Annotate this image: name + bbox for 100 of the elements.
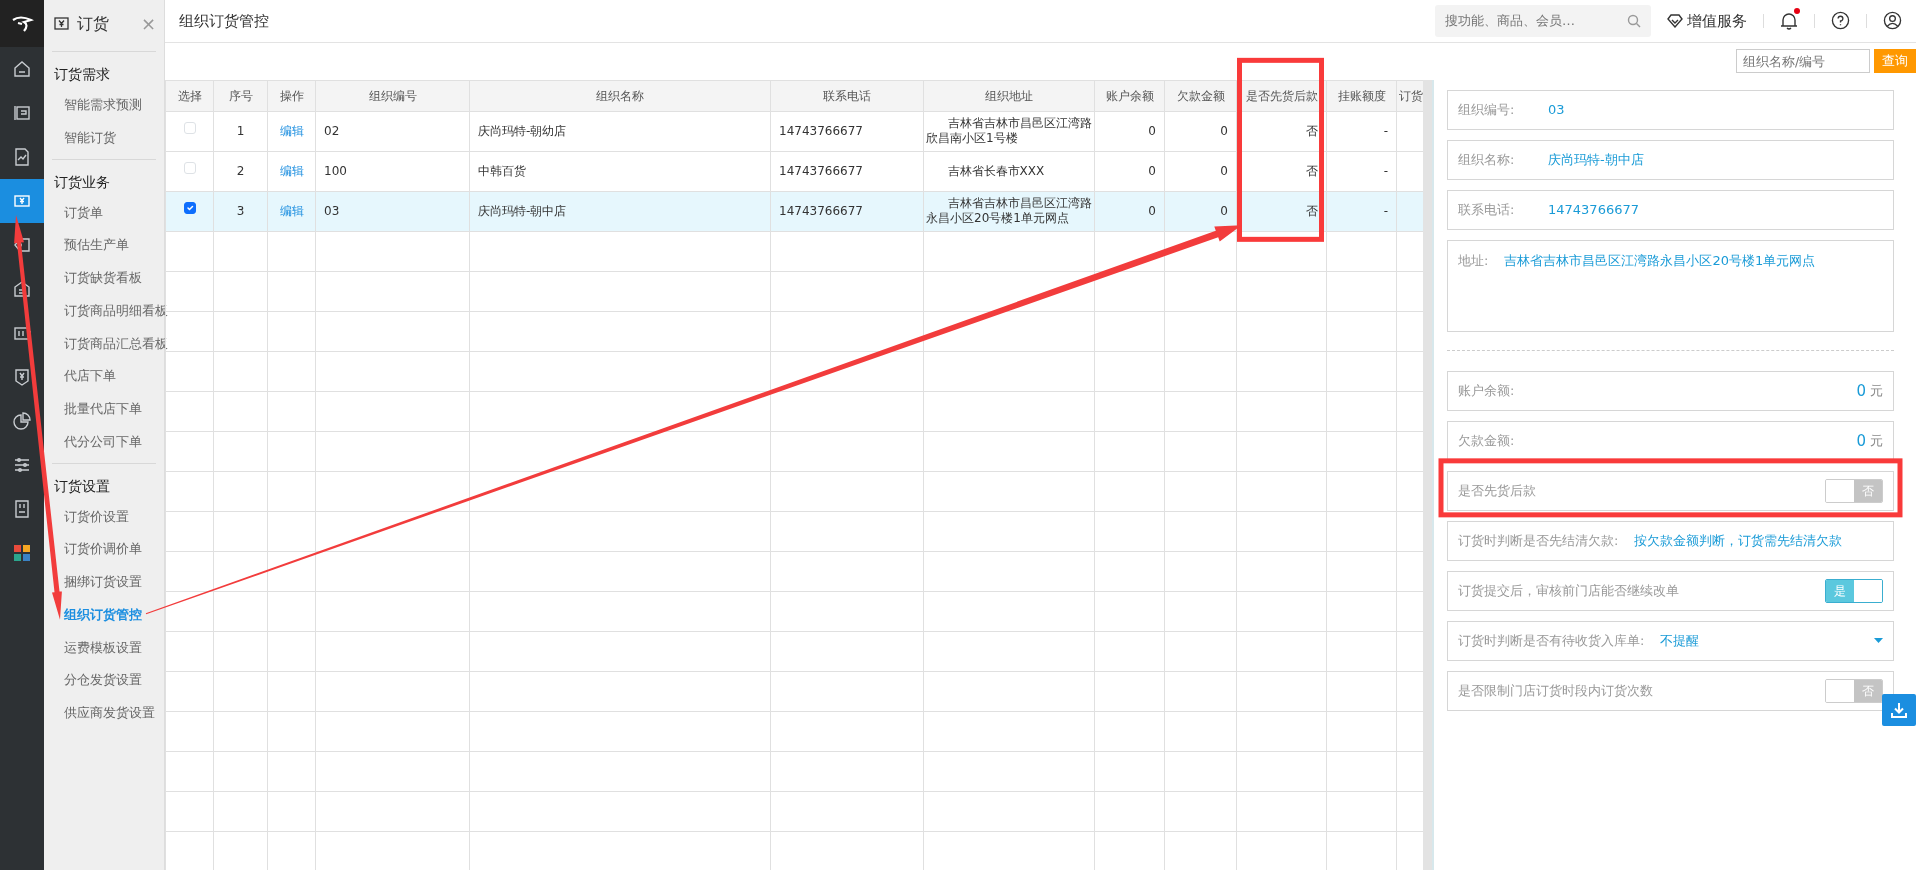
table-cell: 0 (1148, 204, 1156, 219)
sidebar-item[interactable]: 订货单 (64, 204, 103, 220)
download-button[interactable] (1882, 694, 1916, 726)
sidebar-group-title: 订货业务 (53, 172, 111, 192)
dropdown-caret-icon[interactable] (1874, 638, 1883, 644)
toggle-text: 否 (1854, 679, 1882, 702)
setting-label: 欠款金额: (1458, 432, 1515, 451)
column-header: 序号 (213, 80, 268, 112)
unit-label: 元 (1870, 382, 1883, 401)
table-cell: 0 (1148, 124, 1156, 139)
sidebar-item[interactable]: 订货缺货看板 (64, 270, 142, 285)
table-cell: 0 (1220, 204, 1228, 219)
sidebar-item[interactable]: 预估生产单 (64, 237, 129, 253)
setting-value: 按欠款金额判断，订货需先结清欠款 (1634, 532, 1843, 551)
toggle-text: 否 (1854, 479, 1882, 502)
sidebar-item[interactable]: 代店下单 (64, 368, 116, 384)
logo-icon (10, 14, 34, 33)
sidebar-item[interactable]: 智能订货 (64, 129, 116, 145)
home-icon[interactable] (12, 59, 32, 79)
table-cell: - (1383, 124, 1388, 139)
chart-document-icon[interactable] (12, 147, 32, 167)
table-cell: 3 (236, 204, 245, 219)
edit-link[interactable]: 编辑 (279, 164, 304, 179)
sidebar-item[interactable]: 批量代店下单 (64, 401, 142, 416)
apps-icon[interactable] (14, 545, 30, 561)
sidebar-item[interactable]: 供应商发货设置 (64, 705, 155, 720)
column-header: 账户余额 (1094, 80, 1165, 112)
sidebar-item[interactable]: 订货价设置 (64, 508, 129, 524)
table-cell: 否 (1306, 124, 1318, 139)
setting-label: 联系电话: (1458, 201, 1516, 220)
column-header: 欠款金额 (1164, 80, 1237, 112)
page-title: 组织订货管控 (179, 10, 269, 32)
table-cell: 100 (324, 164, 347, 179)
table-cell: - (1383, 204, 1388, 219)
sidebar-item[interactable]: 智能需求预测 (64, 97, 142, 112)
table-cell: 否 (1306, 164, 1318, 179)
sidebar-group-title: 订货需求 (53, 65, 111, 84)
download-icon (1890, 701, 1908, 719)
column-header: 操作 (267, 80, 316, 112)
pie-chart-icon[interactable] (12, 411, 32, 431)
table-cell: 2 (236, 164, 245, 179)
column-header: 订货 (1396, 80, 1423, 112)
help-icon[interactable] (1831, 11, 1850, 31)
table-cell: 03 (324, 204, 340, 219)
sidebar-item[interactable]: 分仓发货设置 (64, 672, 142, 688)
setting-label: 地址: (1458, 251, 1489, 270)
toggle-text: 是 (1826, 579, 1854, 602)
table-cell: 吉林省吉林市昌邑区江湾路永昌小区20号楼1单元网点 (926, 196, 1092, 227)
setting-label: 订货提交后，审核前门店能否继续改单 (1458, 582, 1679, 601)
unit-label: 元 (1870, 432, 1883, 451)
amount-value: 0 (1856, 430, 1866, 452)
user-icon[interactable] (1883, 11, 1902, 31)
yen-card-icon (54, 17, 69, 30)
value-service-link[interactable]: 增值服务 (1667, 9, 1747, 33)
row-checkbox[interactable] (183, 202, 196, 215)
sidebar-title: 订货 (77, 12, 109, 35)
setting-value: 14743766677 (1548, 201, 1639, 220)
setting-label: 是否先货后款 (1458, 482, 1536, 501)
select-value: 不提醒 (1660, 632, 1700, 651)
setting-value: 庆尚玛特-朝中店 (1548, 151, 1644, 170)
address-value: 吉林省吉林市昌邑区江湾路永昌小区20号楼1单元网点 (1504, 251, 1816, 270)
edit-link[interactable]: 编辑 (279, 204, 304, 219)
table-cell: 0 (1220, 164, 1228, 179)
sidebar-item[interactable]: 订货价调价单 (64, 541, 142, 557)
column-header: 组织地址 (923, 80, 1095, 112)
setting-label: 组织编号: (1458, 101, 1516, 120)
sidebar-item[interactable]: 组织订货管控 (64, 606, 142, 622)
edit-link[interactable]: 编辑 (279, 124, 304, 139)
table-cell: 吉林省吉林市昌邑区江湾路欣昌南小区1号楼 (926, 116, 1092, 147)
table-cell: 14743766677 (779, 164, 863, 179)
column-header: 挂账额度 (1326, 80, 1397, 112)
sidebar-item[interactable]: 捆绑订货设置 (64, 574, 142, 589)
sliders-icon[interactable] (12, 455, 32, 475)
setting-label: 组织名称: (1458, 151, 1516, 170)
report-icon[interactable] (12, 499, 32, 519)
table-cell: 02 (324, 124, 340, 139)
setting-label: 是否限制门店订货时段内订货次数 (1458, 682, 1653, 701)
scrollbar[interactable] (1423, 79, 1432, 870)
notification-bell-icon[interactable] (1780, 10, 1798, 31)
table-cell: - (1383, 164, 1388, 179)
table-cell: 中韩百货 (478, 164, 526, 179)
sidebar-item[interactable]: 代分公司下单 (64, 433, 142, 449)
search-field[interactable]: 组织名称/编号 (1736, 49, 1870, 74)
setting-label: 账户余额: (1458, 382, 1515, 401)
search-field[interactable]: 搜功能、商品、会员… (1435, 4, 1651, 37)
table-cell: 14743766677 (779, 204, 863, 219)
yen-shield-icon[interactable] (12, 367, 32, 387)
bank-icon[interactable] (12, 279, 32, 299)
column-header: 联系电话 (770, 80, 924, 112)
table-cell: 庆尚玛特-朝幼店 (478, 124, 567, 139)
select-field[interactable]: 订货时判断是否有待收货入库单: 不提醒 (1447, 620, 1894, 661)
sidebar-group-title: 订货设置 (53, 476, 111, 496)
search-icon[interactable] (1627, 13, 1641, 28)
board-icon[interactable] (12, 103, 32, 123)
setting-label: 订货时判断是否先结清欠款: (1458, 532, 1619, 551)
sidebar-item[interactable]: 运费模板设置 (64, 639, 142, 655)
column-header: 组织名称 (469, 80, 771, 112)
table-cell: 0 (1148, 164, 1156, 179)
table-cell-text: 吉林省长春市XXX (946, 163, 1046, 179)
table-cell: 否 (1306, 204, 1318, 219)
